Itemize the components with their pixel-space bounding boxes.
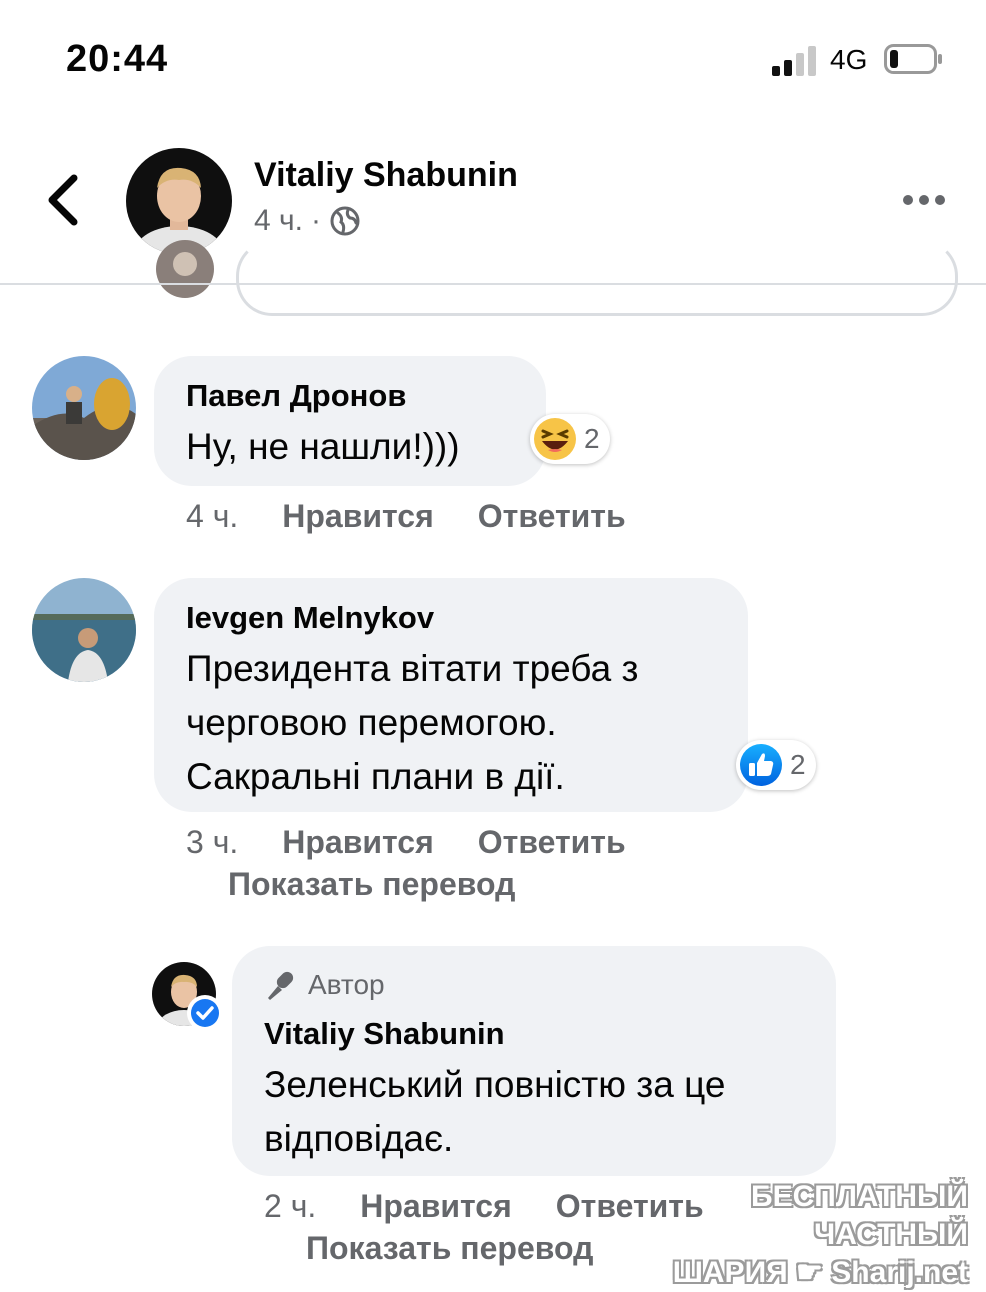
like-button[interactable]: Нравится: [360, 1188, 512, 1225]
comment-text-line: Зеленський повністю за це: [264, 1064, 726, 1105]
commenter-avatar[interactable]: [32, 356, 136, 460]
watermark: БЕСПЛАТНЫЙ ЧАСТНЫЙ ШАРИЯ ☛ Sharij.net: [628, 1178, 968, 1289]
post-meta: 4 ч. ·: [254, 204, 361, 238]
reply-button[interactable]: Ответить: [478, 824, 626, 861]
author-badge-label: Автор: [308, 969, 385, 1000]
comment-bubble[interactable]: Павел Дронов Ну, не нашли!))): [154, 356, 546, 486]
show-translation-link[interactable]: Показать перевод: [306, 1230, 593, 1267]
post-author-avatar[interactable]: [126, 148, 232, 254]
comment-time: 2 ч.: [264, 1188, 317, 1224]
comment-actions: 3 ч. Нравится Ответить: [186, 824, 670, 861]
post-author-name[interactable]: Vitaliy Shabunin: [254, 156, 518, 195]
meta-separator: ·: [310, 204, 321, 237]
author-badge: Автор: [264, 968, 385, 1002]
globe-icon: [330, 206, 360, 236]
comment-text-line: відповідає.: [264, 1118, 454, 1159]
comment-time: 4 ч.: [186, 498, 239, 534]
reaction-count: 2: [584, 423, 600, 454]
person-avatar-icon: [126, 148, 232, 254]
previous-comment-field[interactable]: [236, 240, 958, 316]
reaction-summary[interactable]: 2: [736, 740, 816, 790]
comment-actions: 4 ч. Нравится Ответить: [186, 498, 670, 535]
network-type: 4G: [830, 44, 868, 75]
laughing-emoji-icon: [534, 418, 576, 460]
reaction-count: 2: [790, 749, 806, 780]
pointing-hand-icon: ☛: [796, 1256, 823, 1289]
comment-text: Президента вітати треба з черговою перем…: [186, 642, 638, 804]
comment-text-line: черговою перемогою.: [186, 702, 557, 743]
back-chevron-icon[interactable]: [40, 172, 84, 228]
comment-text: Ну, не нашли!))): [186, 426, 460, 467]
like-button[interactable]: Нравится: [282, 824, 434, 861]
like-thumb-icon: [740, 744, 782, 786]
show-translation-link[interactable]: Показать перевод: [228, 866, 515, 903]
microphone-icon: [268, 971, 294, 1000]
comment-author[interactable]: Vitaliy Shabunin: [264, 1016, 505, 1052]
watermark-line: БЕСПЛАТНЫЙ ЧАСТНЫЙ: [751, 1180, 968, 1251]
previous-commenter-avatar: [156, 240, 214, 298]
more-options-icon[interactable]: [900, 188, 948, 212]
post-time: 4 ч.: [254, 204, 303, 237]
header-divider: [0, 283, 986, 285]
comment-text: Зеленський повністю за це відповідає.: [264, 1058, 725, 1166]
signal-strength-icon: [772, 46, 816, 76]
verified-badge-icon: [187, 995, 223, 1031]
comment-text-line: Президента вітати треба з: [186, 648, 639, 689]
battery-icon: [884, 44, 942, 74]
reply-button[interactable]: Ответить: [478, 498, 626, 535]
comment-bubble[interactable]: Ievgen Melnykov Президента вітати треба …: [154, 578, 748, 812]
status-time: 20:44: [66, 38, 169, 80]
like-button[interactable]: Нравится: [282, 498, 434, 535]
watermark-line: ШАРИЯ ☛ Sharij.net: [672, 1256, 968, 1289]
comment-text-line: Сакральні плани в дії.: [186, 756, 565, 797]
comment-author[interactable]: Павел Дронов: [186, 378, 406, 414]
reply-bubble[interactable]: Автор Vitaliy Shabunin Зеленський повніс…: [232, 946, 836, 1176]
comment-author[interactable]: Ievgen Melnykov: [186, 600, 434, 636]
reaction-summary[interactable]: 2: [530, 414, 610, 464]
comment-time: 3 ч.: [186, 824, 239, 860]
commenter-avatar[interactable]: [32, 578, 136, 682]
